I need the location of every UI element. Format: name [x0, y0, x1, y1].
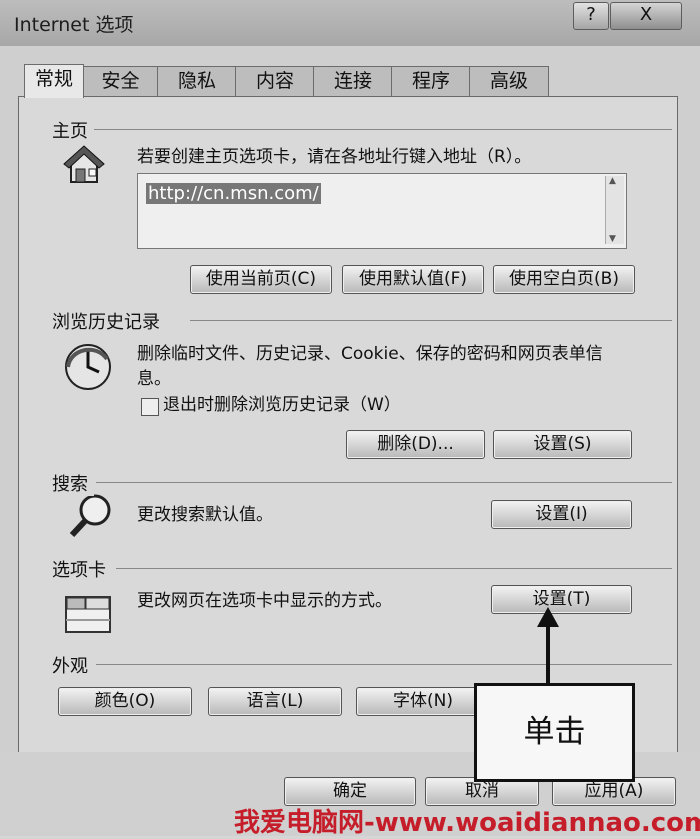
appearance-section-title: 外观 [52, 652, 94, 678]
search-description: 更改搜索默认值。 [137, 505, 273, 525]
history-section-title: 浏览历史记录 [52, 308, 166, 334]
tabs-window-icon [65, 596, 111, 633]
annotation-arrow-icon [537, 607, 559, 685]
search-magnifier-icon [69, 494, 111, 538]
homepage-section-title: 主页 [52, 117, 94, 143]
address-scrollbar[interactable] [605, 176, 624, 244]
tab-privacy[interactable]: 隐私 [157, 66, 237, 97]
delete-history-on-exit-label: 退出时删除浏览历史记录（W） [163, 395, 401, 415]
tab-connections[interactable]: 连接 [313, 66, 393, 97]
use-blank-button[interactable]: 使用空白页(B) [493, 265, 635, 294]
languages-button[interactable]: 语言(L) [208, 687, 342, 716]
homepage-address-box[interactable]: http://cn.msn.com/ [137, 173, 627, 249]
history-clock-icon [65, 344, 111, 390]
search-settings-button[interactable]: 设置(I) [491, 500, 632, 529]
appearance-divider [96, 664, 672, 665]
tab-content[interactable]: 内容 [235, 66, 315, 97]
tabs-divider [116, 568, 672, 569]
tab-general[interactable]: 常规 [24, 64, 84, 98]
homepage-divider [52, 129, 672, 130]
home-icon [63, 145, 105, 183]
tab-advanced[interactable]: 高级 [469, 66, 549, 97]
delete-history-button[interactable]: 删除(D)... [346, 430, 485, 459]
search-section-title: 搜索 [52, 470, 94, 496]
colors-button[interactable]: 颜色(O) [58, 687, 192, 716]
homepage-description: 若要创建主页选项卡，请在各地址行键入地址（R）。 [137, 147, 532, 167]
search-divider [96, 482, 672, 483]
history-settings-button[interactable]: 设置(S) [493, 430, 632, 459]
fonts-button[interactable]: 字体(N) [356, 687, 490, 716]
internet-options-window: Internet 选项 ? X 常规 安全 隐私 内容 连接 程序 高级 主页 … [0, 0, 700, 838]
use-default-button[interactable]: 使用默认值(F) [342, 265, 484, 294]
title-bar: Internet 选项 ? X [0, 0, 700, 46]
tab-security[interactable]: 安全 [82, 66, 159, 97]
delete-history-on-exit-checkbox[interactable] [141, 398, 159, 416]
homepage-url[interactable]: http://cn.msn.com/ [146, 183, 321, 204]
tabs-description: 更改网页在选项卡中显示的方式。 [137, 591, 392, 611]
use-current-button[interactable]: 使用当前页(C) [190, 265, 332, 294]
close-button[interactable]: X [610, 2, 682, 30]
tabs-section-title: 选项卡 [52, 556, 112, 582]
help-button[interactable]: ? [573, 2, 609, 30]
tab-programs[interactable]: 程序 [391, 66, 471, 97]
history-divider [190, 320, 672, 321]
site-watermark: 我爱电脑网-www.woaidiannao.com [234, 808, 700, 838]
history-description: 删除临时文件、历史记录、Cookie、保存的密码和网页表单信息。 [137, 344, 603, 389]
click-callout: 单击 [474, 683, 635, 782]
window-title: Internet 选项 [14, 14, 134, 36]
